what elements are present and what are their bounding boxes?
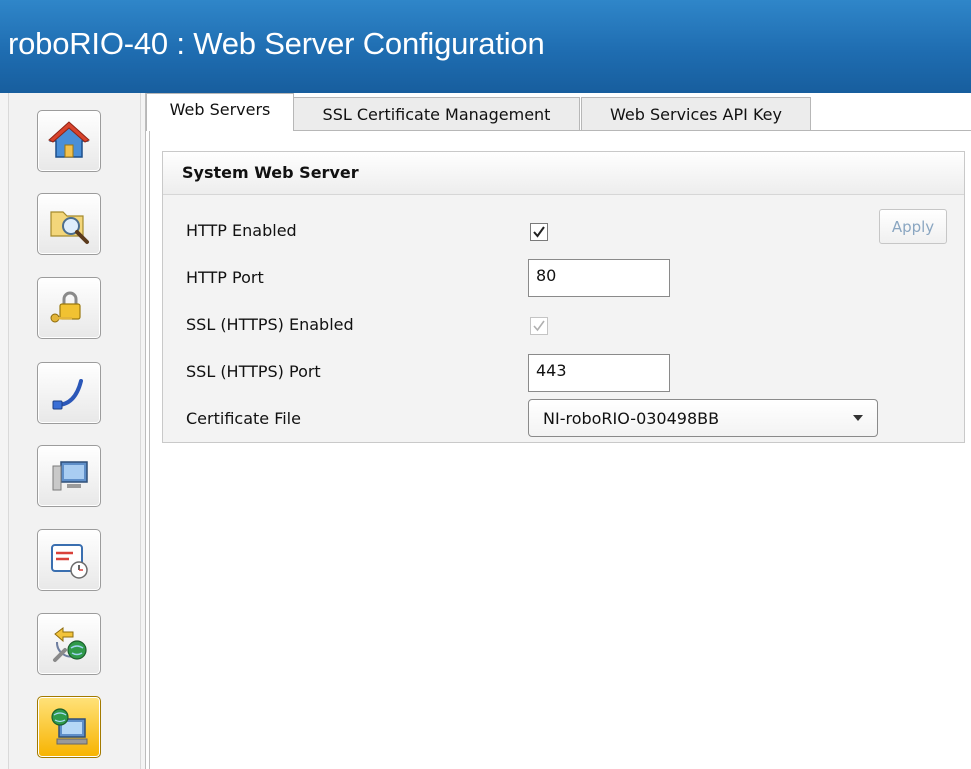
checkmark-icon	[533, 320, 545, 332]
ssl-enabled-label: SSL (HTTPS) Enabled	[186, 315, 354, 334]
http-port-input[interactable]: 80	[528, 259, 670, 297]
tab-web-services-api-key[interactable]: Web Services API Key	[581, 97, 811, 130]
dropdown-arrow-icon	[853, 415, 863, 421]
tab-web-servers[interactable]: Web Servers	[146, 93, 294, 131]
ssl-port-input[interactable]: 443	[528, 354, 670, 392]
page-title: roboRIO-40 : Web Server Configuration	[8, 26, 545, 61]
network-cable-icon	[52, 379, 83, 410]
sidebar-item-security[interactable]	[37, 277, 101, 339]
checkmark-icon	[533, 226, 545, 238]
sidebar-item-web-server[interactable]	[37, 696, 101, 758]
panel-title: System Web Server	[182, 163, 359, 182]
sidebar-item-network-tools[interactable]	[37, 613, 101, 675]
sidebar-item-schedule[interactable]	[37, 529, 101, 591]
http-enabled-checkbox[interactable]	[530, 223, 548, 241]
title-bar: roboRIO-40 : Web Server Configuration	[0, 0, 971, 93]
sidebar-item-network[interactable]	[37, 362, 101, 424]
security-lock-icon	[50, 291, 81, 323]
certificate-file-value: NI-roboRIO-030498BB	[543, 409, 720, 428]
ssl-port-label: SSL (HTTPS) Port	[186, 362, 321, 381]
panel-header: System Web Server	[163, 152, 964, 195]
folder-search-icon	[50, 211, 89, 244]
sidebar-item-browse[interactable]	[37, 193, 101, 255]
http-enabled-label: HTTP Enabled	[186, 221, 297, 240]
ssl-enabled-checkbox[interactable]	[530, 317, 548, 335]
monitor-icon	[52, 461, 88, 491]
network-tools-icon	[53, 627, 87, 662]
home-icon	[48, 121, 90, 158]
sidebar-item-system[interactable]	[37, 445, 101, 507]
tab-ssl-certificate-management[interactable]: SSL Certificate Management	[293, 97, 580, 130]
apply-button[interactable]: Apply	[879, 209, 947, 244]
http-port-label: HTTP Port	[186, 268, 264, 287]
schedule-clock-icon	[51, 544, 88, 579]
sidebar-item-home[interactable]	[37, 110, 101, 172]
tab-bar: Web Servers SSL Certificate Management W…	[145, 93, 971, 133]
certificate-file-select[interactable]: NI-roboRIO-030498BB	[528, 399, 878, 437]
certificate-file-label: Certificate File	[186, 409, 301, 428]
web-server-icon	[51, 708, 88, 745]
